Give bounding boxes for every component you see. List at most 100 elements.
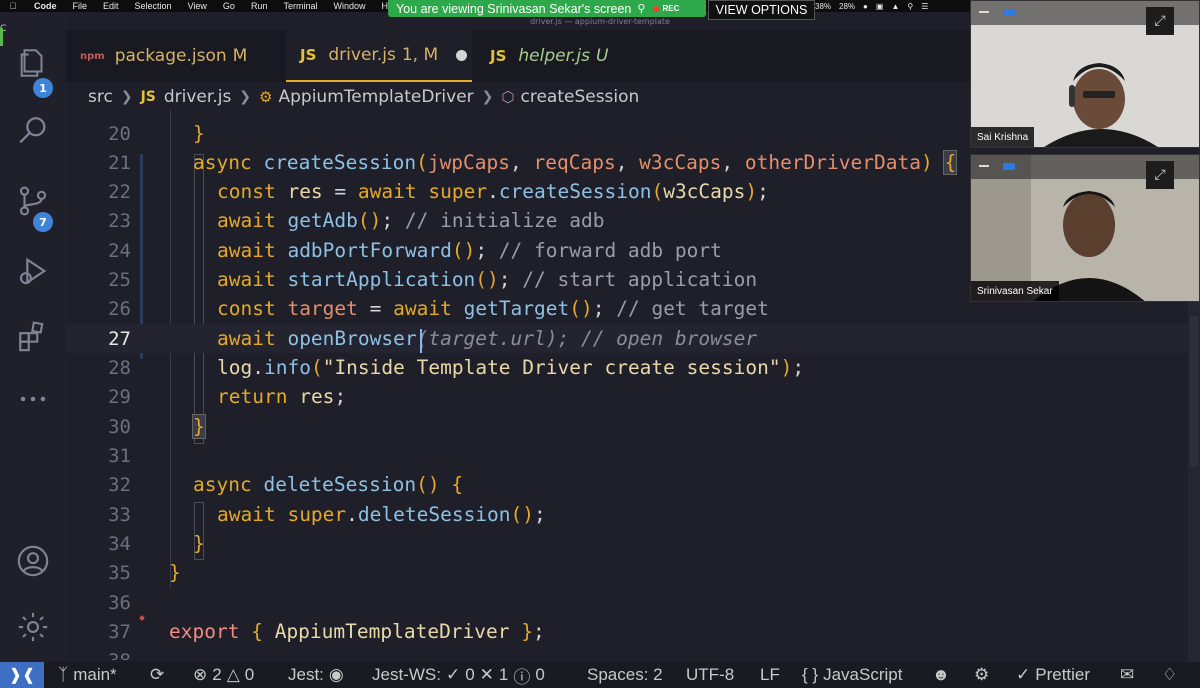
window-title: driver.js — appium-driver-template — [530, 17, 670, 26]
js-file-icon: JS — [490, 47, 507, 65]
prettier-status[interactable]: ✓ Prettier — [1016, 662, 1090, 688]
menu-file[interactable]: File — [65, 1, 96, 11]
warning-count: 0 — [244, 665, 255, 684]
eye-icon: ◉ — [328, 665, 344, 684]
recording-icon[interactable]: ● — [863, 2, 868, 11]
tab-label: package.json — [114, 46, 227, 66]
fail-icon: ✕ — [479, 665, 494, 684]
breadcrumb-file[interactable]: driver.js — [164, 87, 231, 107]
tab-label: helper.js — [518, 46, 591, 66]
eol-setting[interactable]: LF — [760, 662, 780, 688]
video-tile-srinivasan-sekar[interactable]: ⤢ Srinivasan Sekar — [970, 154, 1200, 302]
remote-window-icon[interactable]: ❱❰ — [0, 662, 44, 688]
code-line-34: 34 } — [108, 532, 205, 556]
zoom-icon[interactable]: ▣ — [876, 2, 884, 11]
tab-helper-js[interactable]: JS helper.js U — [490, 30, 630, 82]
menu-terminal[interactable]: Terminal — [275, 1, 325, 11]
tab-status: M — [232, 46, 248, 66]
menu-go[interactable]: Go — [215, 1, 243, 11]
menu-run[interactable]: Run — [243, 1, 276, 11]
rec-dot-icon — [653, 5, 660, 12]
encoding-setting[interactable]: UTF-8 — [686, 662, 734, 688]
scrollbar-thumb[interactable] — [1190, 316, 1198, 466]
breadcrumb-method[interactable]: createSession — [520, 87, 639, 107]
apple-logo-icon[interactable]:  — [0, 1, 26, 11]
language-label: JavaScript — [823, 665, 903, 684]
participant-name: Srinivasan Sekar — [971, 281, 1059, 301]
minimize-icon[interactable] — [979, 11, 989, 13]
chevron-right-icon: ❯ — [481, 89, 494, 105]
code-line-30: 30 } — [108, 414, 206, 440]
code-line-27-current[interactable]: 27 await openBrowser (target.url); // ope… — [66, 324, 1188, 354]
copilot-icon[interactable]: ☻ — [932, 662, 950, 688]
double-check-icon: ✓ — [1016, 665, 1031, 684]
braces-icon: { } — [802, 665, 819, 684]
sync-icon[interactable]: ⟳ — [150, 662, 164, 688]
extensions-icon[interactable] — [14, 317, 52, 355]
chevron-right-icon: ❯ — [239, 89, 252, 105]
jest-status[interactable]: Jest: ◉ — [288, 662, 344, 688]
battery-b-readout: 28% — [839, 1, 856, 11]
settings-gear-icon[interactable] — [14, 608, 52, 646]
inline-suggestion[interactable]: (target.url); // open browser — [417, 327, 757, 350]
feedback-icon[interactable]: ✉ — [1120, 662, 1134, 688]
menu-selection[interactable]: Selection — [127, 1, 180, 11]
branch-indicator[interactable]: ᛉ main* — [58, 662, 117, 688]
wifi-icon[interactable]: ▲ — [891, 2, 899, 11]
language-mode[interactable]: { } JavaScript — [802, 662, 902, 688]
editor-scrollbar[interactable] — [1188, 300, 1200, 662]
share-banner-text: You are viewing Srinivasan Sekar's scree… — [396, 1, 632, 16]
code-line-29: 29 return res; — [108, 385, 347, 409]
control-center-icon[interactable]: ☰ — [921, 2, 928, 11]
expand-icon[interactable]: ⤢ — [1146, 161, 1174, 189]
explorer-icon[interactable] — [14, 44, 52, 82]
more-icon[interactable] — [14, 380, 52, 418]
expand-icon[interactable]: ⤢ — [1146, 7, 1174, 35]
code-line-35: 35 } — [108, 561, 181, 585]
tab-package-json[interactable]: npm package.json M — [80, 30, 270, 82]
video-tile-sai-krishna[interactable]: ⤢ Sai Krishna — [970, 0, 1200, 148]
notifications-bell-icon[interactable]: ♢ — [1162, 662, 1177, 688]
camera-indicator-icon — [1003, 9, 1015, 16]
unknown-icon: ⓘ — [513, 667, 531, 687]
text-cursor — [420, 329, 422, 354]
jest-ws-label: Jest-WS: — [372, 665, 441, 684]
menu-edit[interactable]: Edit — [95, 1, 127, 11]
status-bar: ❱❰ ᛉ main* ⟳ ⊗ 2 △ 0 Jest: ◉ Jest-WS: ✓ … — [0, 662, 1200, 688]
menu-window[interactable]: Window — [325, 1, 373, 11]
unsaved-dot-icon[interactable] — [456, 49, 468, 61]
method-symbol-icon: ⬡ — [501, 88, 515, 106]
code-line-28: 28 log.info("Inside Template Driver crea… — [108, 356, 805, 380]
camera-indicator-icon — [1003, 163, 1015, 170]
tab-status: 1, M — [401, 45, 439, 65]
code-line-32: 32 async deleteSession() { — [108, 473, 464, 497]
breadcrumb-class[interactable]: AppiumTemplateDriver — [278, 87, 473, 107]
search-icon[interactable]: ⚲ — [907, 2, 913, 11]
code-line-38: 38 — [66, 646, 1188, 660]
git-branch-icon: ᛉ — [58, 665, 69, 684]
muted-mic-icon: ⚲ — [637, 3, 646, 15]
extension-status-icon[interactable]: ⚙ — [974, 662, 989, 688]
tab-driver-js[interactable]: JS driver.js 1, M — [286, 30, 472, 82]
active-indicator — [0, 28, 3, 46]
indentation-setting[interactable]: Spaces: 2 — [587, 662, 663, 688]
account-icon[interactable] — [14, 542, 52, 580]
branch-name: main* — [73, 665, 117, 684]
run-debug-icon[interactable] — [14, 252, 52, 290]
search-icon[interactable] — [14, 112, 52, 150]
menu-app-name[interactable]: Code — [26, 1, 65, 11]
warning-icon: △ — [226, 665, 240, 684]
jest-ws-status[interactable]: Jest-WS: ✓ 0 ✕ 1 ⓘ 0 — [372, 662, 545, 688]
code-line-36: 36 — [108, 591, 131, 614]
js-file-icon: JS — [300, 46, 317, 64]
editor-tab-bar: npm package.json M JS driver.js 1, M JS … — [66, 30, 970, 82]
participant-name: Sai Krishna — [971, 127, 1035, 147]
error-count: 2 — [212, 665, 222, 684]
minimize-icon[interactable] — [979, 165, 989, 167]
rec-label: REC — [662, 4, 680, 13]
problems-indicator[interactable]: ⊗ 2 △ 0 — [193, 662, 254, 688]
breadcrumb-folder[interactable]: src — [88, 87, 113, 107]
source-control-badge: 7 — [33, 212, 53, 232]
menu-view[interactable]: View — [180, 1, 215, 11]
activity-bar: C 1 7 — [0, 12, 66, 662]
